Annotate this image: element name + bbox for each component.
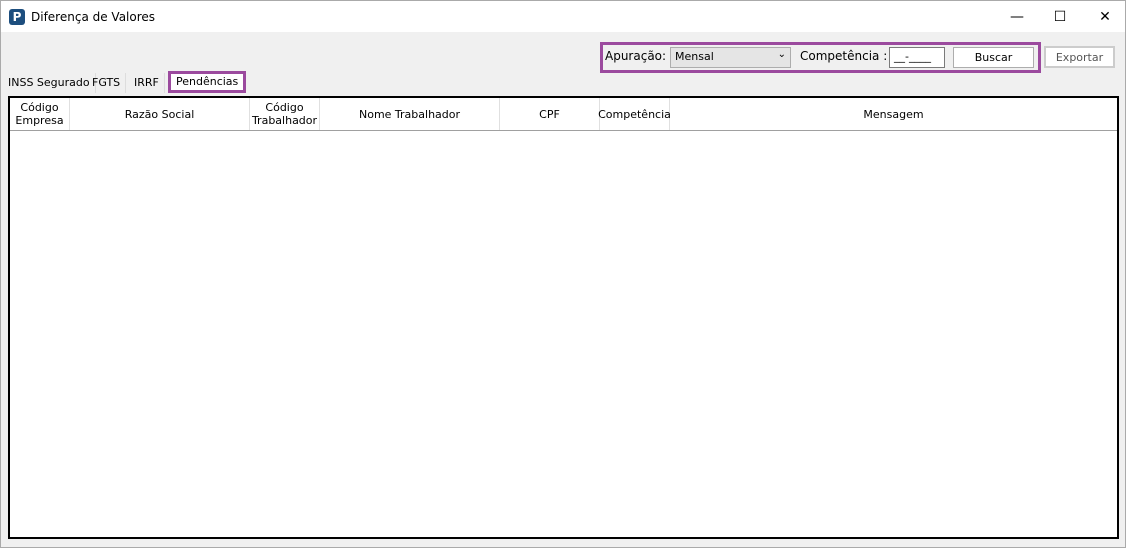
tab-pendencias[interactable]: Pendências [168,71,247,93]
column-header-nome-trabalhador[interactable]: Nome Trabalhador [320,98,500,130]
grid-header: Código Empresa Razão Social Código Traba… [10,98,1117,131]
column-header-codigo-empresa[interactable]: Código Empresa [10,98,70,130]
window-title: Diferença de Valores [31,9,156,24]
apuracao-value: Mensal [675,50,714,63]
pendencias-grid[interactable]: Código Empresa Razão Social Código Traba… [8,96,1119,539]
competencia-input[interactable]: __-____ [889,47,945,68]
window: P Diferença de Valores — ☐ ✕ Apuração: M… [0,0,1126,548]
competencia-label: Competência : [800,49,888,63]
buscar-button[interactable]: Buscar [953,47,1034,68]
tab-fgts[interactable]: FGTS [87,73,127,93]
exportar-button[interactable]: Exportar [1044,46,1115,68]
tab-inss-segurado[interactable]: INSS Segurado [3,73,96,93]
column-header-competencia[interactable]: Competência [598,98,671,130]
maximize-icon[interactable]: ☐ [1037,1,1083,32]
column-header-razao-social[interactable]: Razão Social [70,98,250,130]
apuracao-select[interactable]: Mensal ⌄ [670,47,791,68]
apuracao-label: Apuração: [605,49,667,63]
title-bar: P Diferença de Valores — ☐ ✕ [1,1,1125,32]
column-header-cpf[interactable]: CPF [500,98,600,130]
minimize-icon[interactable]: — [994,1,1040,32]
column-header-mensagem[interactable]: Mensagem [670,98,1117,130]
tab-irrf[interactable]: IRRF [129,73,165,93]
close-icon[interactable]: ✕ [1082,1,1126,32]
chevron-down-icon: ⌄ [777,49,786,60]
app-logo-icon: P [9,8,25,25]
column-header-codigo-trabalhador[interactable]: Código Trabalhador [250,98,320,130]
